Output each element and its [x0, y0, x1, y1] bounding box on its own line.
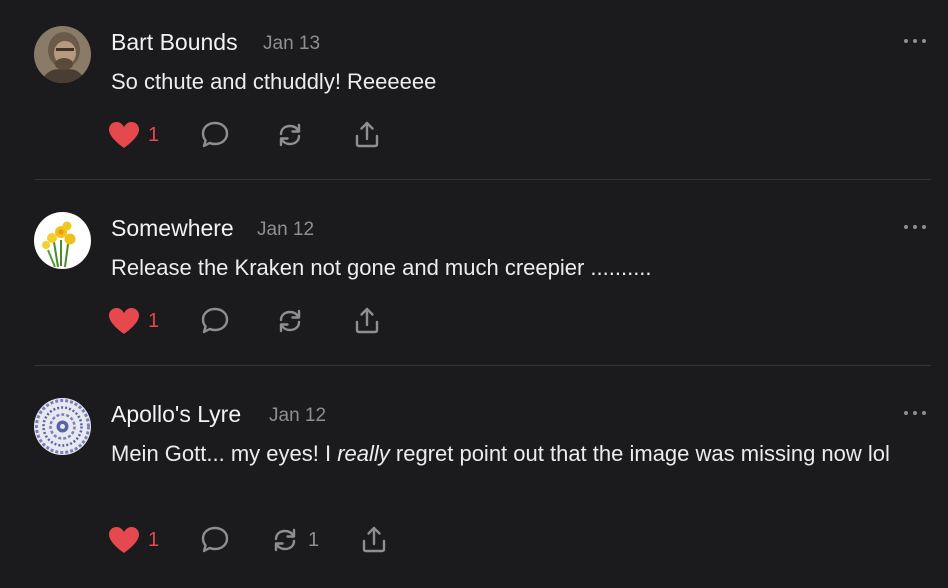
restack-icon	[274, 528, 296, 552]
heart-icon	[109, 527, 139, 553]
avatar-image	[34, 398, 91, 455]
comment-date[interactable]: Jan 13	[263, 33, 320, 55]
comment-date[interactable]: Jan 12	[257, 219, 314, 241]
comment-body-text: regret point out that the image was miss…	[389, 441, 890, 466]
more-options-button[interactable]	[904, 224, 926, 230]
avatar[interactable]	[34, 26, 91, 83]
restack-icon	[279, 123, 301, 147]
comment-body-emphasis: really	[337, 441, 390, 466]
restack-button[interactable]	[275, 119, 305, 151]
like-button[interactable]: 1	[108, 119, 159, 151]
more-icon	[904, 225, 908, 229]
comment-body: So cthute and cthuddly! Reeeeee	[111, 69, 437, 94]
comment-body-text: Mein Gott... my eyes! I	[111, 441, 338, 466]
share-icon	[355, 121, 379, 148]
more-icon	[904, 411, 908, 415]
comment-icon	[201, 121, 229, 148]
author-name[interactable]: Bart Bounds	[111, 29, 238, 56]
like-count: 1	[148, 123, 160, 146]
comment-body: Mein Gott... my eyes! I really regret po…	[111, 437, 911, 470]
restack-button[interactable]	[275, 305, 305, 337]
comment-actions: 1 1	[108, 524, 508, 556]
comment-body: Release the Kraken not gone and much cre…	[111, 255, 652, 280]
comment-actions: 1	[108, 119, 508, 151]
divider	[34, 179, 931, 180]
share-button[interactable]	[352, 119, 382, 151]
heart-icon	[109, 122, 139, 148]
reply-button[interactable]	[200, 524, 230, 556]
restack-count: 1	[308, 528, 320, 551]
avatar[interactable]	[34, 398, 91, 455]
divider	[34, 365, 931, 366]
author-name[interactable]: Somewhere	[111, 215, 234, 242]
restack-button[interactable]: 1	[270, 524, 319, 556]
reply-button[interactable]	[200, 119, 230, 151]
comment-icon	[201, 307, 229, 334]
share-button[interactable]	[359, 524, 389, 556]
share-icon	[362, 526, 386, 553]
share-button[interactable]	[352, 305, 382, 337]
avatar-image	[34, 26, 91, 83]
comment-actions: 1	[108, 305, 508, 337]
reply-button[interactable]	[200, 305, 230, 337]
author-name[interactable]: Apollo's Lyre	[111, 401, 241, 428]
like-button[interactable]: 1	[108, 305, 159, 337]
heart-icon	[109, 308, 139, 334]
more-icon	[904, 39, 908, 43]
comment-feed: Bart Bounds Jan 13 So cthute and cthuddl…	[0, 0, 948, 588]
like-count: 1	[148, 309, 160, 332]
comment-date[interactable]: Jan 12	[269, 405, 326, 427]
like-count: 1	[148, 528, 160, 551]
share-icon	[355, 307, 379, 334]
avatar-image	[34, 212, 91, 269]
more-options-button[interactable]	[904, 38, 926, 44]
more-options-button[interactable]	[904, 410, 926, 416]
comment-icon	[201, 526, 229, 553]
avatar[interactable]	[34, 212, 91, 269]
like-button[interactable]: 1	[108, 524, 159, 556]
restack-icon	[279, 309, 301, 333]
